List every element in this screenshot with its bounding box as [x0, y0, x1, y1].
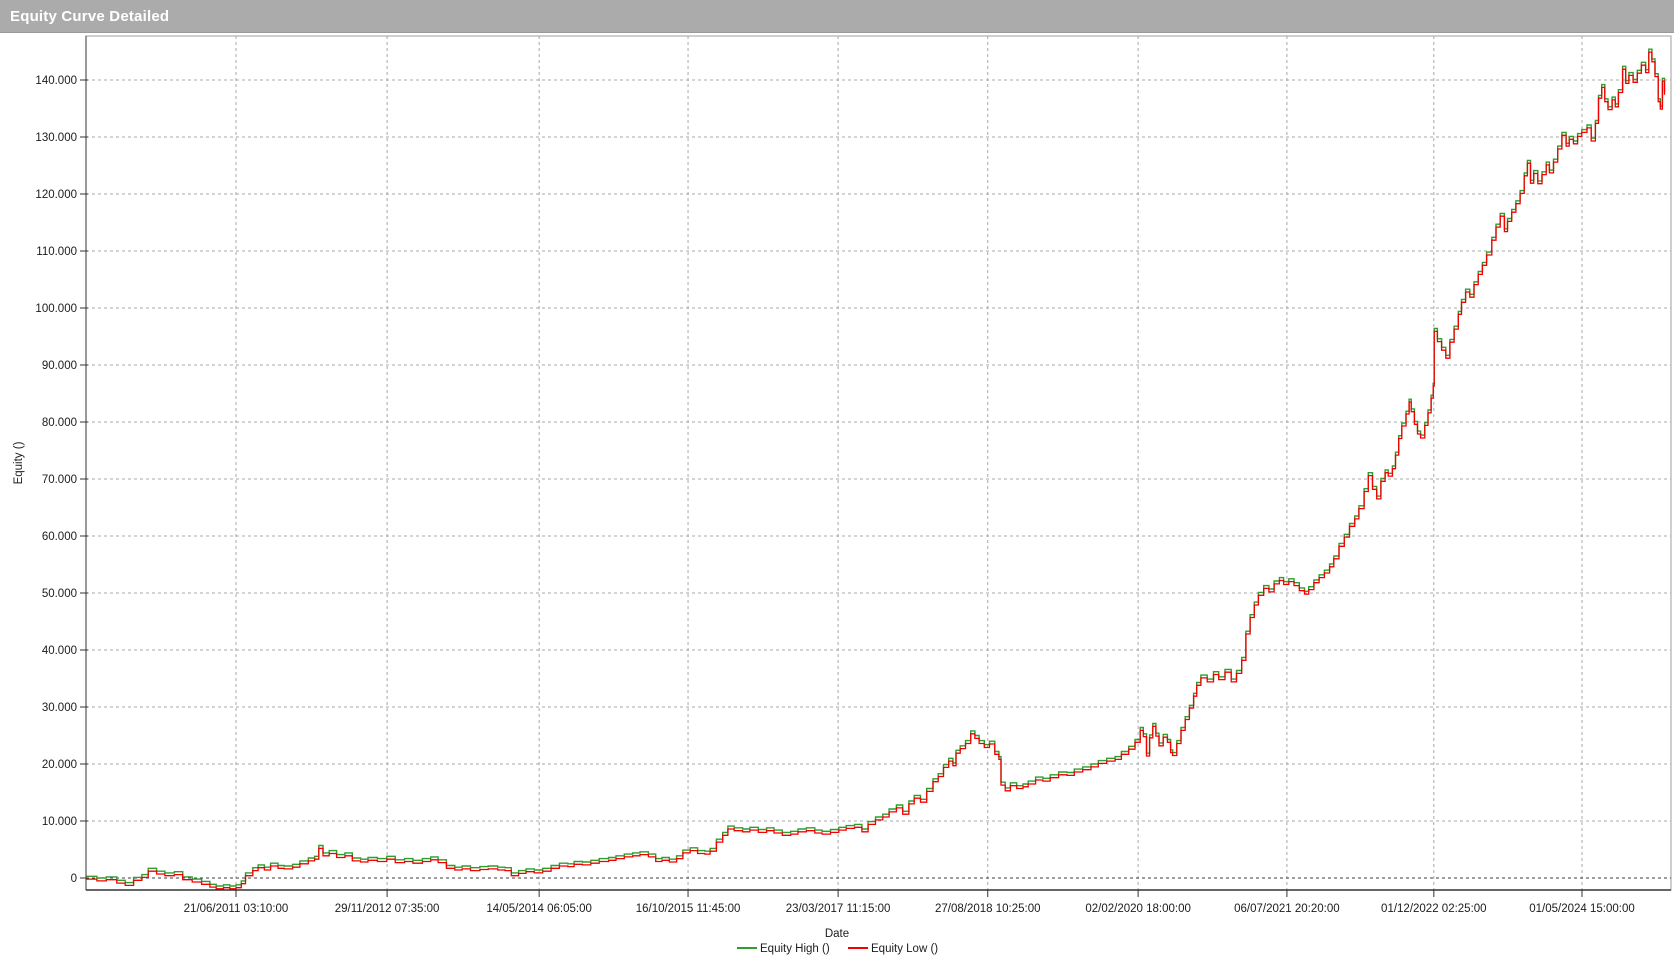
equity-curve-chart: 0 10.000 20.000 30.000 40.000 50.000 60.000 70.… — [0, 0, 1674, 965]
y-tick-label: 110.000 — [36, 246, 77, 258]
y-tick-label: 130.000 — [35, 132, 77, 144]
x-tick-label: 23/03/2017 11:15:00 — [786, 903, 891, 915]
y-tick-label: 10.000 — [42, 816, 77, 828]
y-tick-label: 120.000 — [35, 189, 77, 201]
y-tick-label: 70.000 — [42, 474, 77, 486]
y-tick-label: 100.000 — [35, 303, 77, 315]
y-tick-label: 90.000 — [42, 360, 77, 372]
y-tick-label: 50.000 — [42, 588, 77, 600]
x-tick-label: 06/07/2021 20:20:00 — [1234, 903, 1340, 915]
y-tick-label: 0 — [71, 873, 77, 885]
plot-area — [86, 36, 1671, 890]
x-tick-label: 16/10/2015 11:45:00 — [636, 903, 741, 915]
y-tick-label: 140.000 — [35, 75, 77, 87]
window-titlebar: Equity Curve Detailed — [0, 0, 1674, 33]
legend-equity-high-label: Equity High () — [760, 943, 830, 955]
window-title: Equity Curve Detailed — [0, 8, 169, 25]
y-tick-label: 30.000 — [42, 702, 77, 714]
x-tick-label: 01/05/2024 15:00:00 — [1529, 903, 1635, 915]
x-tick-label: 02/02/2020 18:00:00 — [1085, 903, 1191, 915]
y-tick-label: 80.000 — [42, 417, 77, 429]
legend-equity-low-label: Equity Low () — [871, 943, 938, 955]
x-tick-label: 21/06/2011 03:10:00 — [184, 903, 289, 915]
x-tick-label: 14/05/2014 06:05:00 — [486, 903, 592, 915]
y-tick-label: 60.000 — [42, 531, 77, 543]
x-tick-label: 27/08/2018 10:25:00 — [935, 903, 1041, 915]
equity-curve-window: Equity Curve Detailed 0 10.000 20.000 30.00… — [0, 0, 1674, 965]
x-tick-label: 01/12/2022 02:25:00 — [1381, 903, 1487, 915]
x-tick-label: 29/11/2012 07:35:00 — [335, 903, 440, 915]
y-tick-label: 40.000 — [42, 645, 77, 657]
y-axis-title: Equity () — [13, 441, 25, 484]
x-axis-title: Date — [825, 928, 849, 940]
y-tick-label: 20.000 — [42, 759, 77, 771]
